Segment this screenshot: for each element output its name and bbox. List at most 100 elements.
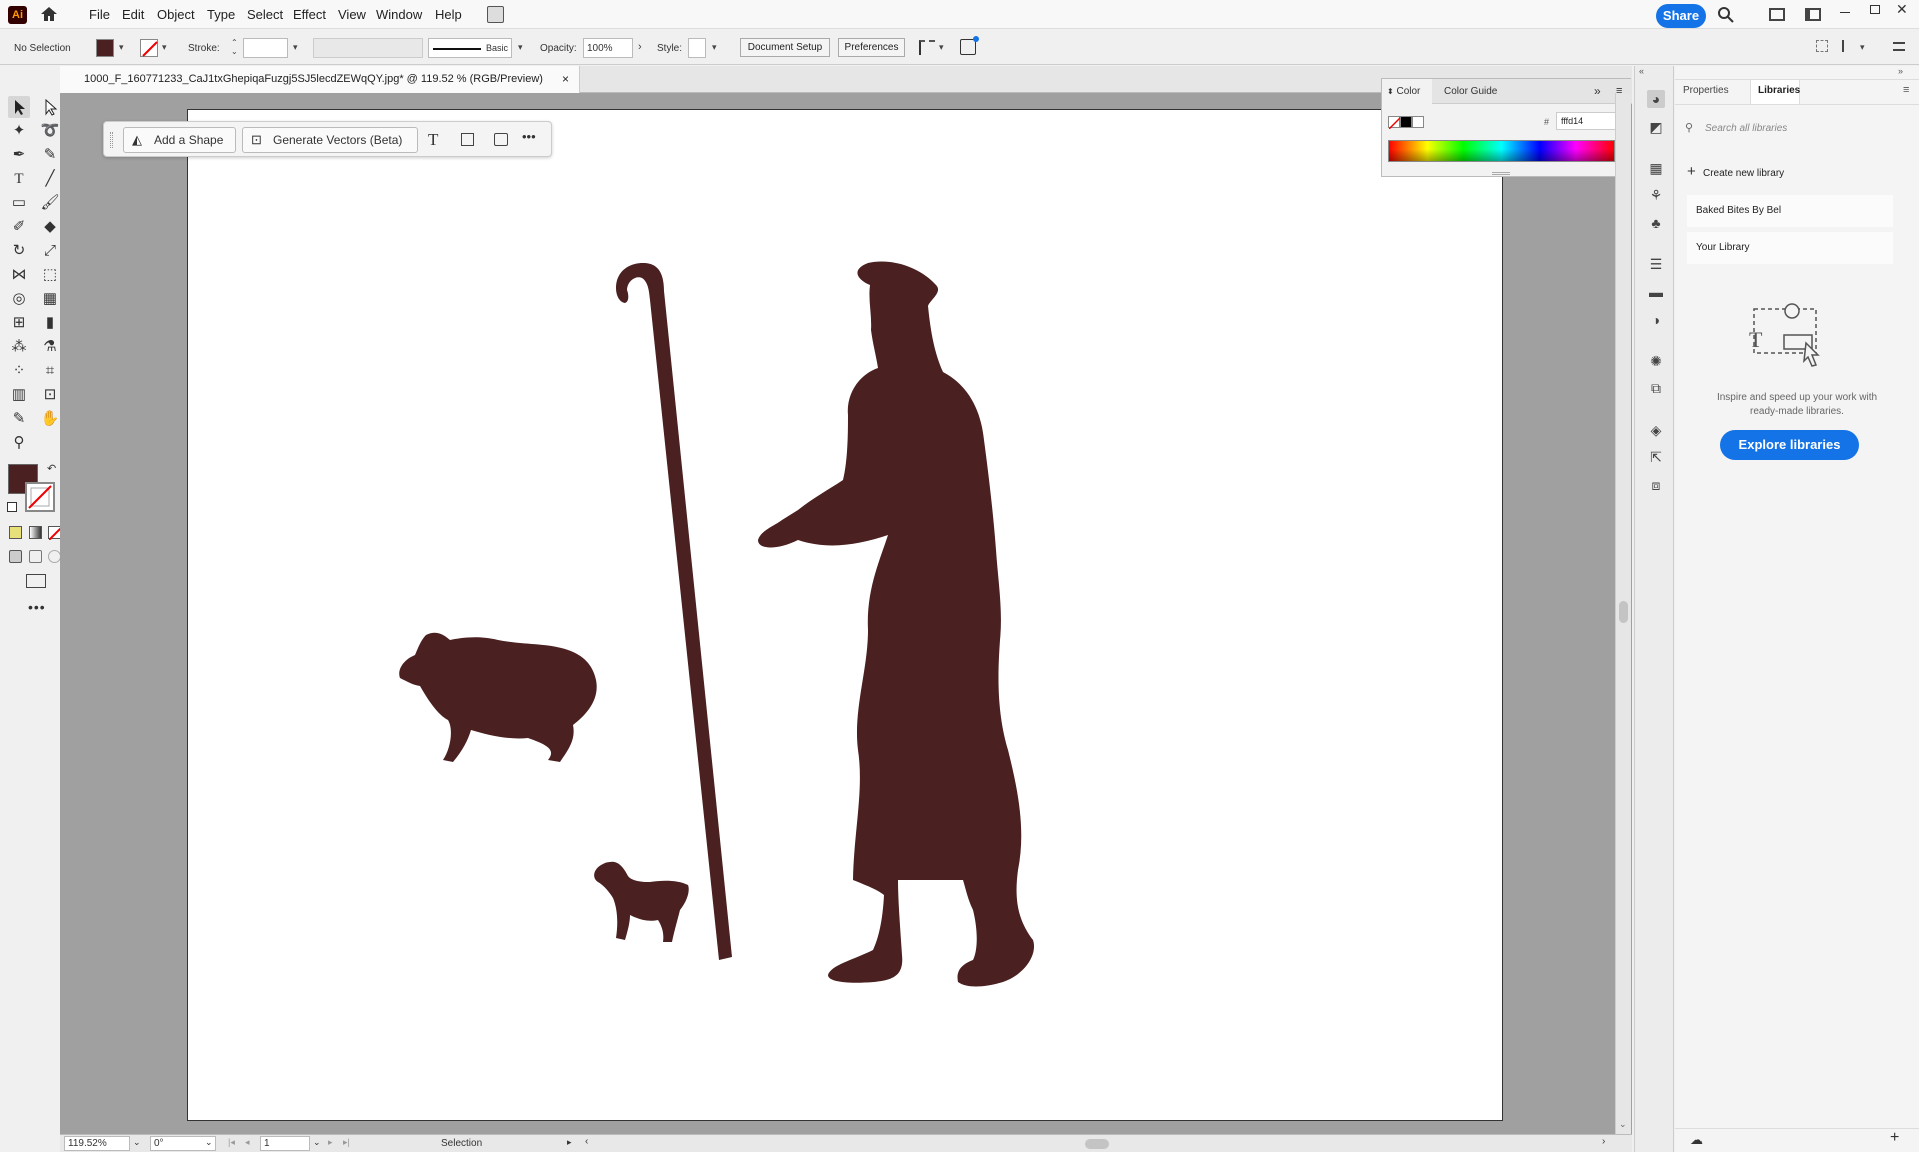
default-colors-icon[interactable] (7, 502, 17, 512)
artboard-number-field[interactable]: 1 (260, 1136, 310, 1151)
minimize-icon[interactable] (1840, 12, 1850, 13)
artboard-dropdown-icon[interactable]: ⌄ (313, 1137, 321, 1148)
mesh-tool-icon[interactable]: ⊞ (8, 312, 30, 334)
opacity-arrow-icon[interactable]: › (638, 41, 642, 53)
color-guide-icon[interactable]: ◩ (1647, 118, 1665, 136)
panel-resize-handle[interactable] (1492, 172, 1510, 175)
stroke-dropdown-icon[interactable]: ▾ (162, 42, 167, 53)
none-swatch[interactable] (1388, 116, 1402, 130)
eyedropper-alt-icon[interactable]: ✎ (8, 408, 30, 430)
color-mode-icon[interactable] (9, 526, 22, 539)
library-item[interactable]: Baked Bites By Bel (1687, 195, 1893, 227)
style-dropdown-icon[interactable]: ▾ (712, 42, 717, 53)
stroke-panel-icon[interactable]: ☰ (1647, 255, 1665, 273)
artboard-add-icon[interactable] (461, 133, 474, 146)
add-shape-button[interactable]: ◭ Add a Shape (123, 127, 236, 153)
draw-normal-icon[interactable] (9, 550, 22, 563)
eyedropper-icon[interactable]: ⚗ (39, 336, 61, 358)
horizontal-scroll-thumb[interactable] (1085, 1139, 1109, 1149)
share-button[interactable]: Share (1656, 4, 1706, 28)
scale-tool-icon[interactable]: ⤢ (39, 240, 61, 262)
arrange-icon[interactable] (1842, 40, 1856, 52)
gradient-tool-icon[interactable]: ▮ (39, 312, 61, 334)
explore-libraries-button[interactable]: Explore libraries (1720, 430, 1859, 460)
home-icon[interactable] (40, 6, 58, 22)
document-tab[interactable]: 1000_F_160771233_CaJ1txGhepiqaFuzgj5SJ5l… (60, 66, 580, 93)
tab-libraries[interactable]: Libraries (1750, 80, 1800, 104)
scroll-left-icon[interactable]: ‹ (585, 1136, 588, 1147)
menu-view[interactable]: View (338, 7, 366, 22)
workspace-icon[interactable] (1769, 8, 1785, 21)
color-spectrum[interactable] (1388, 140, 1615, 162)
menu-select[interactable]: Select (247, 7, 283, 22)
stroke-weight-dropdown-icon[interactable]: ▾ (293, 42, 298, 53)
arrange-documents-icon[interactable] (487, 6, 504, 23)
tab-color[interactable]: ⬍ Color (1382, 79, 1432, 104)
panel-toggle-icon[interactable] (1805, 8, 1821, 21)
scroll-down-icon[interactable]: ⌄ (1619, 1119, 1627, 1130)
library-search-field[interactable]: ⚲ Search all libraries (1685, 119, 1899, 141)
shaper-tool-icon[interactable]: ✐ (8, 216, 30, 238)
perspective-grid-icon[interactable]: ▦ (39, 288, 61, 310)
stroke-color-swatch[interactable] (25, 482, 55, 512)
stroke-swatch[interactable] (140, 39, 158, 57)
opacity-input[interactable]: 100% (583, 38, 633, 58)
image-gen-icon[interactable] (494, 133, 508, 146)
collapse-strip-icon[interactable]: « (1639, 66, 1644, 76)
tab-properties[interactable]: Properties (1683, 85, 1729, 96)
document-tab-close-icon[interactable]: × (562, 66, 569, 92)
pen-tool-icon[interactable]: ✒ (8, 144, 30, 166)
width-tool-icon[interactable]: ⋈ (8, 264, 30, 286)
library-item[interactable]: Your Library (1687, 232, 1893, 264)
screen-mode-icon[interactable] (26, 574, 46, 588)
paintbrush-tool-icon[interactable]: 🖌 (39, 192, 61, 214)
direct-selection-tool-icon[interactable] (39, 96, 61, 118)
scroll-right-icon[interactable]: › (1602, 1136, 1605, 1147)
swatches-icon[interactable]: ▦ (1647, 159, 1665, 177)
menu-window[interactable]: Window (376, 7, 422, 22)
graphic-styles-icon[interactable]: ⧉ (1647, 379, 1665, 397)
add-content-icon[interactable]: + (1890, 1129, 1899, 1147)
selection-tool-icon[interactable] (8, 96, 30, 118)
slice-tool-icon[interactable]: ⌗ (39, 360, 61, 382)
search-icon[interactable] (1717, 6, 1735, 24)
vertical-scrollbar[interactable]: ⌄ (1615, 93, 1631, 1134)
brushes-icon[interactable]: ⚘ (1647, 186, 1665, 204)
symbols-icon[interactable]: ♣ (1647, 214, 1665, 232)
color-panel-icon[interactable]: ◕ (1647, 90, 1665, 108)
blend-tool-icon[interactable]: ⁂ (8, 336, 30, 358)
more-options-icon[interactable]: ••• (522, 129, 536, 144)
asset-export-icon[interactable]: ⇱ (1647, 448, 1665, 466)
menu-edit[interactable]: Edit (122, 7, 144, 22)
eraser-tool-icon[interactable]: ◆ (39, 216, 61, 238)
first-artboard-icon[interactable]: |◂ (228, 1137, 235, 1148)
menu-help[interactable]: Help (435, 7, 462, 22)
hand-tool-icon[interactable]: ✋ (39, 408, 61, 430)
menu-file[interactable]: File (89, 7, 110, 22)
panel-menu-icon[interactable] (1893, 42, 1905, 51)
stroke-stepper-icon[interactable]: ⌃ ⌄ (231, 38, 238, 56)
status-menu-icon[interactable]: ▸ (567, 1137, 572, 1148)
shape-builder-icon[interactable]: ◎ (8, 288, 30, 310)
collapse-panel-icon[interactable]: » (1594, 79, 1601, 104)
artboard[interactable] (187, 109, 1503, 1121)
line-tool-icon[interactable]: ╱ (39, 168, 61, 190)
libraries-menu-icon[interactable]: ≡ (1903, 84, 1909, 96)
tab-color-guide[interactable]: Color Guide (1444, 79, 1497, 104)
artboard-tool-icon[interactable]: ⊡ (39, 384, 61, 406)
rotate-tool-icon[interactable]: ↻ (8, 240, 30, 262)
menu-object[interactable]: Object (157, 7, 195, 22)
last-artboard-icon[interactable]: ▸| (343, 1137, 350, 1148)
fill-swatch[interactable] (96, 39, 114, 57)
text-icon[interactable]: T (428, 130, 438, 150)
cloud-icon[interactable]: ☁ (1690, 1132, 1703, 1148)
rotate-dropdown-icon[interactable]: ⌄ (205, 1137, 213, 1148)
brush-dropdown-icon[interactable]: ▾ (518, 42, 523, 53)
zoom-field[interactable]: 119.52% (64, 1136, 130, 1151)
ctx-bar-grip-icon[interactable] (110, 132, 113, 148)
prev-artboard-icon[interactable]: ◂ (245, 1137, 250, 1148)
free-transform-icon[interactable]: ⬚ (39, 264, 61, 286)
zoom-dropdown-icon[interactable]: ⌄ (133, 1137, 141, 1148)
gradient-panel-icon[interactable]: ▬ (1647, 283, 1665, 301)
variable-width-profile[interactable] (313, 38, 423, 58)
